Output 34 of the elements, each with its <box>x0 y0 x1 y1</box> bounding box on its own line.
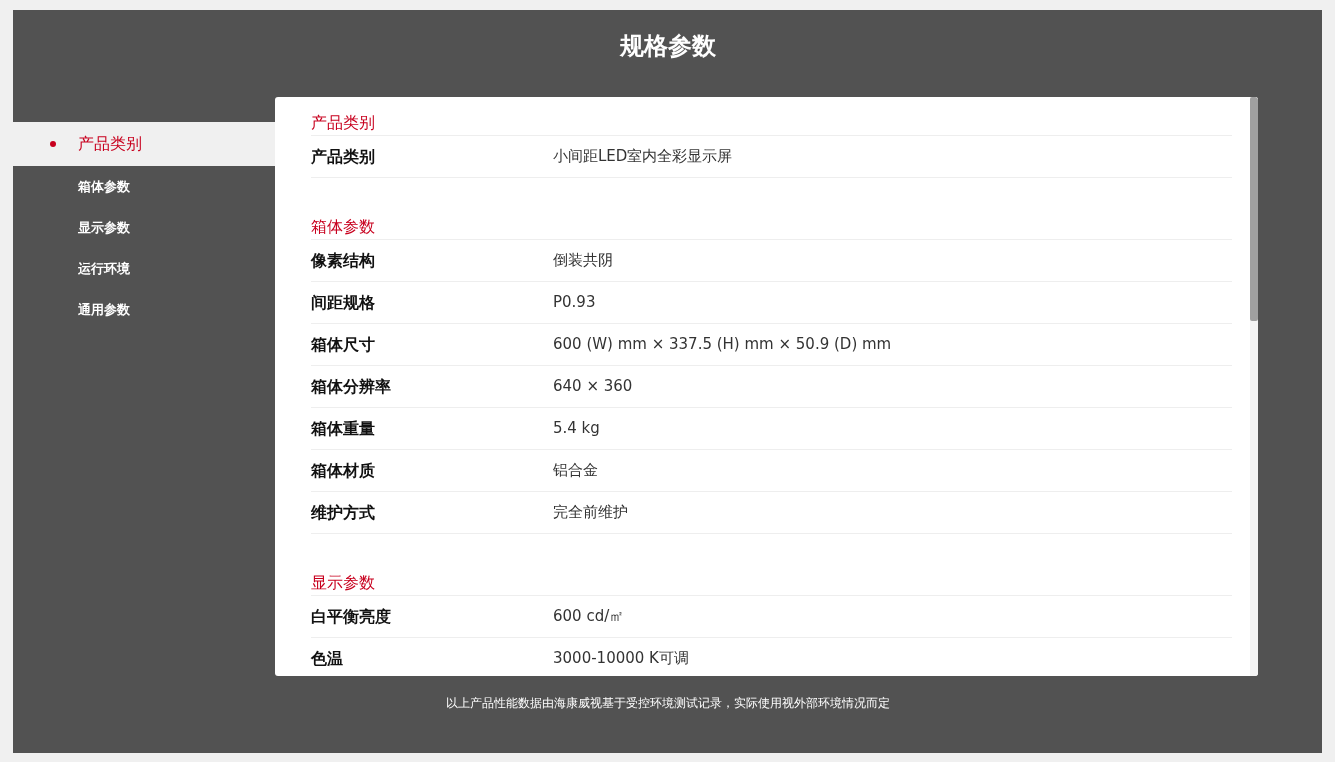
spec-label: 箱体材质 <box>311 459 376 482</box>
spec-label: 维护方式 <box>311 501 376 524</box>
section-heading: 显示参数 <box>311 571 1232 596</box>
scrollbar-thumb[interactable] <box>1250 97 1258 321</box>
spec-label: 色温 <box>311 647 344 670</box>
sidebar-item[interactable]: 箱体参数 <box>13 166 275 207</box>
sidebar-item[interactable]: 产品类别 <box>13 122 275 166</box>
sidebar-label: 产品类别 <box>78 133 142 155</box>
spec-label: 箱体重量 <box>311 417 376 440</box>
footnote: 以上产品性能数据由海康威视基于受控环境测试记录，实际使用视外部环境情况而定 <box>444 695 891 712</box>
spec-label: 间距规格 <box>311 291 376 314</box>
section-heading: 箱体参数 <box>311 215 1232 240</box>
spec-label: 白平衡亮度 <box>311 605 392 628</box>
spec-value: 3000-10000 K可调 <box>553 648 689 670</box>
spec-label: 像素结构 <box>311 249 376 272</box>
spec-value: 5.4 kg <box>553 418 600 440</box>
section-heading: 产品类别 <box>311 111 1232 136</box>
spec-value: 600 (W) mm × 337.5 (H) mm × 50.9 (D) mm <box>553 334 892 356</box>
spec-value: 小间距LED室内全彩显示屏 <box>553 146 733 168</box>
spec-value: 铝合金 <box>553 460 598 482</box>
bullet-icon <box>50 141 56 147</box>
sidebar-item[interactable]: 运行环境 <box>13 248 275 289</box>
spec-value: 倒装共阴 <box>553 250 613 272</box>
spec-value: 640 × 360 <box>553 376 633 398</box>
spec-label: 产品类别 <box>311 145 376 168</box>
sidebar-item[interactable]: 通用参数 <box>13 289 275 330</box>
page-title: 规格参数 <box>618 31 717 62</box>
spec-value: 600 cd/㎡ <box>553 606 625 628</box>
scrollbar[interactable] <box>1250 97 1258 676</box>
spec-label: 箱体尺寸 <box>311 333 376 356</box>
sidebar-item[interactable]: 显示参数 <box>13 207 275 248</box>
spec-value: 完全前维护 <box>553 502 628 524</box>
spec-value: P0.93 <box>553 292 596 314</box>
spec-label: 箱体分辨率 <box>311 375 392 398</box>
